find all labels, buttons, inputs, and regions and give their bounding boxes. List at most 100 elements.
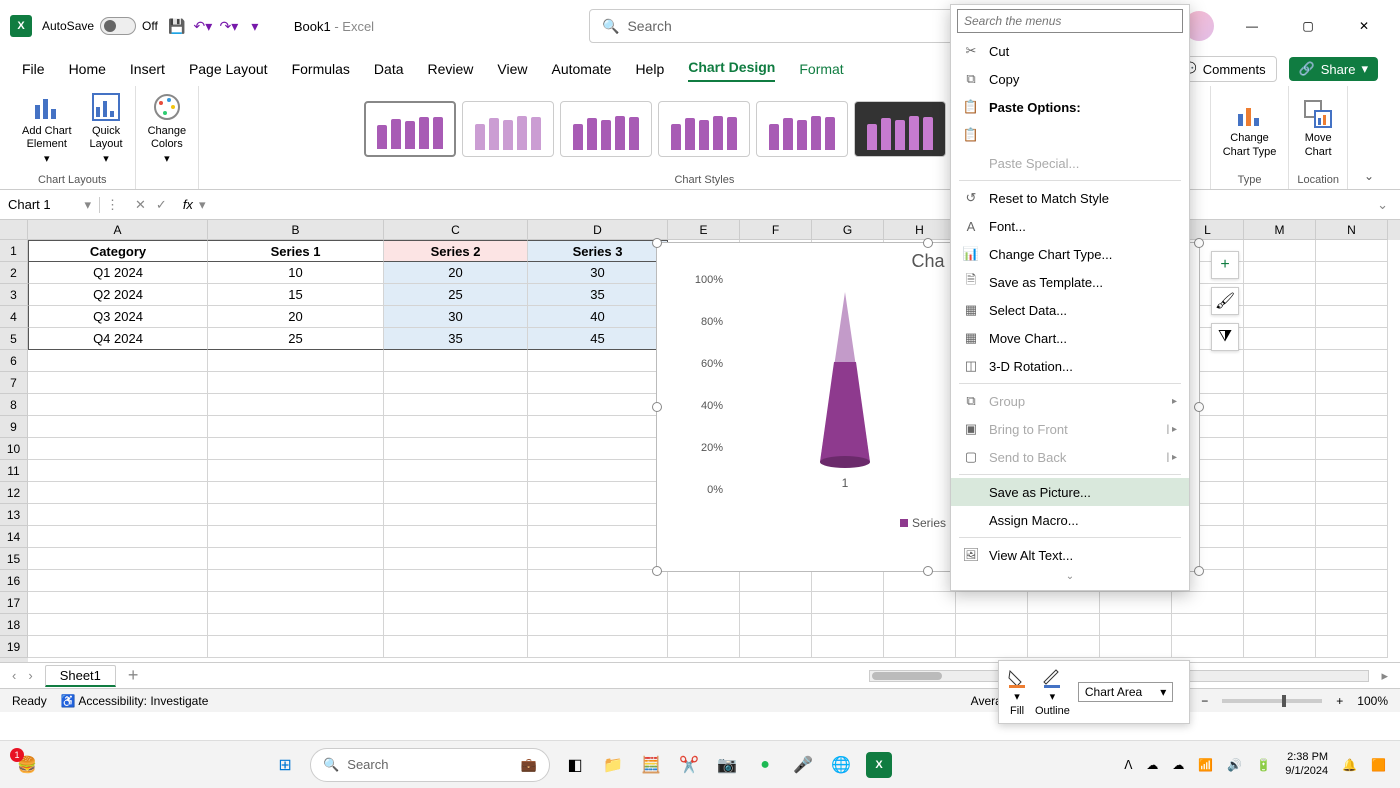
cell[interactable] [208,570,384,592]
cell[interactable] [740,614,812,636]
cell[interactable] [208,636,384,658]
cell[interactable] [384,482,528,504]
share-button[interactable]: 🔗 Share ▾ [1289,57,1378,81]
cell[interactable] [1316,372,1388,394]
col-header[interactable]: D [528,220,668,240]
row-header[interactable]: 17 [0,592,28,614]
cell[interactable] [1316,570,1388,592]
row-header[interactable]: 1 [0,240,28,262]
cell[interactable] [384,438,528,460]
cell[interactable]: 30 [384,306,528,328]
toggle-icon[interactable] [100,17,136,35]
undo-icon[interactable]: ↶▾ [194,17,212,35]
file-explorer-icon[interactable]: 📁 [600,752,626,778]
row-header[interactable]: 4 [0,306,28,328]
row-header[interactable]: 10 [0,438,28,460]
cell[interactable] [1316,438,1388,460]
cell[interactable]: Series 1 [208,240,384,262]
cell[interactable] [1316,240,1388,262]
chart-style-6[interactable] [854,101,946,157]
cell[interactable]: Q4 2024 [28,328,208,350]
cell[interactable] [208,614,384,636]
tray-chevron-icon[interactable]: ᐱ [1124,758,1132,772]
cell[interactable] [812,636,884,658]
cell[interactable] [1244,504,1316,526]
cell[interactable] [208,592,384,614]
row-header[interactable]: 12 [0,482,28,504]
cell[interactable] [1244,350,1316,372]
cell[interactable] [28,350,208,372]
cell[interactable] [1244,592,1316,614]
row-header[interactable]: 11 [0,460,28,482]
cell[interactable] [528,526,668,548]
cell[interactable] [28,416,208,438]
cell[interactable] [208,372,384,394]
cell[interactable]: 15 [208,284,384,306]
cloud-icon[interactable]: ☁ [1172,758,1184,772]
cell[interactable] [1244,394,1316,416]
col-header[interactable]: C [384,220,528,240]
context-menu-search[interactable] [957,9,1183,33]
cell[interactable] [668,614,740,636]
cell[interactable] [1244,460,1316,482]
cell[interactable] [208,416,384,438]
cell[interactable]: 35 [528,284,668,306]
wifi-icon[interactable]: 📶 [1198,758,1213,772]
row-header[interactable]: 18 [0,614,28,636]
col-header[interactable]: M [1244,220,1316,240]
chart-style-3[interactable] [560,101,652,157]
cell[interactable] [956,636,1028,658]
mini-outline-button[interactable]: ▾ Outline [1035,668,1070,717]
cell[interactable] [528,614,668,636]
cell[interactable] [1244,482,1316,504]
cell[interactable] [28,548,208,570]
cell[interactable] [1244,372,1316,394]
chart-styles-button[interactable]: 🖌 [1211,287,1239,315]
add-sheet-button[interactable]: + [128,665,139,686]
chart-filter-button[interactable]: ⧩ [1211,323,1239,351]
col-header[interactable]: N [1316,220,1388,240]
row-header[interactable]: 5 [0,328,28,350]
chart-cone[interactable]: 1 [815,292,875,490]
cell[interactable] [28,570,208,592]
start-button[interactable]: ⊞ [272,752,298,778]
weather-widget-icon[interactable]: 🍔1 [14,752,40,778]
cell[interactable]: 40 [528,306,668,328]
cell[interactable] [1244,570,1316,592]
zoom-slider[interactable] [1222,699,1322,703]
tab-chart-design[interactable]: Chart Design [688,59,775,82]
task-view-icon[interactable]: ◧ [562,752,588,778]
cell[interactable] [384,394,528,416]
cell[interactable]: Category [28,240,208,262]
chart-style-4[interactable] [658,101,750,157]
redo-icon[interactable]: ↷▾ [220,17,238,35]
cell[interactable]: 25 [208,328,384,350]
cell[interactable] [384,570,528,592]
cell[interactable] [384,350,528,372]
col-header[interactable]: E [668,220,740,240]
search-box[interactable]: 🔍 Search [589,9,969,43]
chart-style-2[interactable] [462,101,554,157]
change-chart-type-button[interactable]: Change Chart Type [1219,96,1281,160]
cell[interactable] [528,350,668,372]
cell[interactable] [28,614,208,636]
row-header[interactable]: 8 [0,394,28,416]
cell[interactable] [28,460,208,482]
cell[interactable] [28,482,208,504]
row-header[interactable]: 3 [0,284,28,306]
cell[interactable] [1244,328,1316,350]
row-header[interactable]: 16 [0,570,28,592]
cell[interactable] [1316,284,1388,306]
ctx-move-chart[interactable]: ▦Move Chart... [951,324,1189,352]
qat-menu-icon[interactable]: ▾ [246,17,264,35]
cell[interactable] [528,372,668,394]
cancel-formula-icon[interactable]: ✕ [135,197,146,213]
cell[interactable] [1244,240,1316,262]
tab-page-layout[interactable]: Page Layout [189,61,268,82]
row-header[interactable]: 14 [0,526,28,548]
cell[interactable] [384,548,528,570]
cell[interactable] [28,636,208,658]
col-header[interactable]: H [884,220,956,240]
cell[interactable] [1100,636,1172,658]
ctx-save-as-picture[interactable]: Save as Picture... [951,478,1189,506]
